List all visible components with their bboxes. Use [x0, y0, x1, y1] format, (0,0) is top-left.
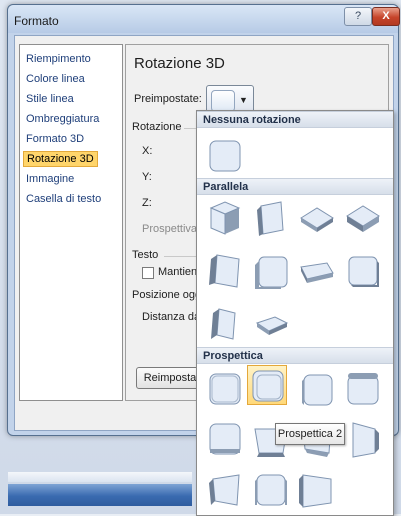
title-bar: Formato ? X [8, 5, 400, 33]
preset-swatch [211, 90, 235, 112]
text-group-label: Testo [132, 249, 159, 261]
preset-perspective-5[interactable] [205, 419, 245, 459]
preset-parallel-1[interactable] [205, 198, 245, 238]
category-list: Riempimento Colore linea Stile linea Omb… [19, 44, 123, 401]
preset-parallel-2[interactable] [251, 198, 291, 238]
preset-no-rotation[interactable] [205, 136, 245, 176]
chevron-down-icon: ▼ [239, 95, 248, 105]
section-nessuna-rotazione: Nessuna rotazione [197, 111, 393, 128]
nav-item-stile-linea[interactable]: Stile linea [23, 91, 77, 107]
rotation-group-label: Rotazione [132, 121, 182, 133]
preset-parallel-5[interactable] [205, 251, 245, 291]
preset-parallel-9[interactable] [205, 303, 245, 343]
preset-parallel-10[interactable] [251, 303, 291, 343]
preset-perspective-9[interactable] [205, 469, 245, 509]
nav-item-casella-di-testo[interactable]: Casella di testo [23, 191, 104, 207]
z-label: Z: [142, 197, 152, 209]
preset-perspective-3[interactable] [297, 369, 337, 409]
section-prospettica: Prospettica [197, 347, 393, 364]
preset-parallel-4[interactable] [343, 198, 383, 238]
y-label: Y: [142, 171, 152, 183]
tooltip: Prospettica 2 [275, 423, 345, 445]
nav-item-riempimento[interactable]: Riempimento [23, 51, 94, 67]
background-strip [8, 472, 192, 482]
help-button[interactable]: ? [344, 7, 372, 26]
preset-label: Preimpostate: [134, 93, 202, 105]
preset-parallel-6[interactable] [251, 251, 291, 291]
preset-perspective-11[interactable] [297, 469, 337, 509]
nav-item-ombreggiatura[interactable]: Ombreggiatura [23, 111, 102, 127]
background-taskbar [8, 484, 192, 506]
preset-parallel-3[interactable] [297, 198, 337, 238]
perspective-label: Prospettiva: [142, 223, 201, 235]
x-label: X: [142, 145, 153, 157]
panel-title: Rotazione 3D [134, 55, 225, 72]
nav-item-rotazione-3d[interactable]: Rotazione 3D [23, 151, 98, 167]
reset-button[interactable]: Reimposta [136, 367, 204, 389]
section-parallela: Parallela [197, 178, 393, 195]
preset-perspective-2[interactable] [247, 365, 287, 405]
preset-parallel-7[interactable] [297, 251, 337, 291]
preset-perspective-4[interactable] [343, 369, 383, 409]
close-button[interactable]: X [372, 7, 400, 26]
preset-parallel-8[interactable] [343, 251, 383, 291]
nav-item-formato-3d[interactable]: Formato 3D [23, 131, 87, 147]
keep-text-flat-checkbox[interactable] [142, 267, 154, 279]
preset-gallery: Nessuna rotazione Parallela Prospettica [196, 110, 394, 516]
dialog-title: Formato [14, 14, 59, 28]
preset-perspective-10[interactable] [251, 469, 291, 509]
preset-perspective-1[interactable] [205, 369, 245, 409]
preset-perspective-8[interactable] [343, 419, 383, 459]
nav-item-immagine[interactable]: Immagine [23, 171, 77, 187]
nav-item-colore-linea[interactable]: Colore linea [23, 71, 88, 87]
